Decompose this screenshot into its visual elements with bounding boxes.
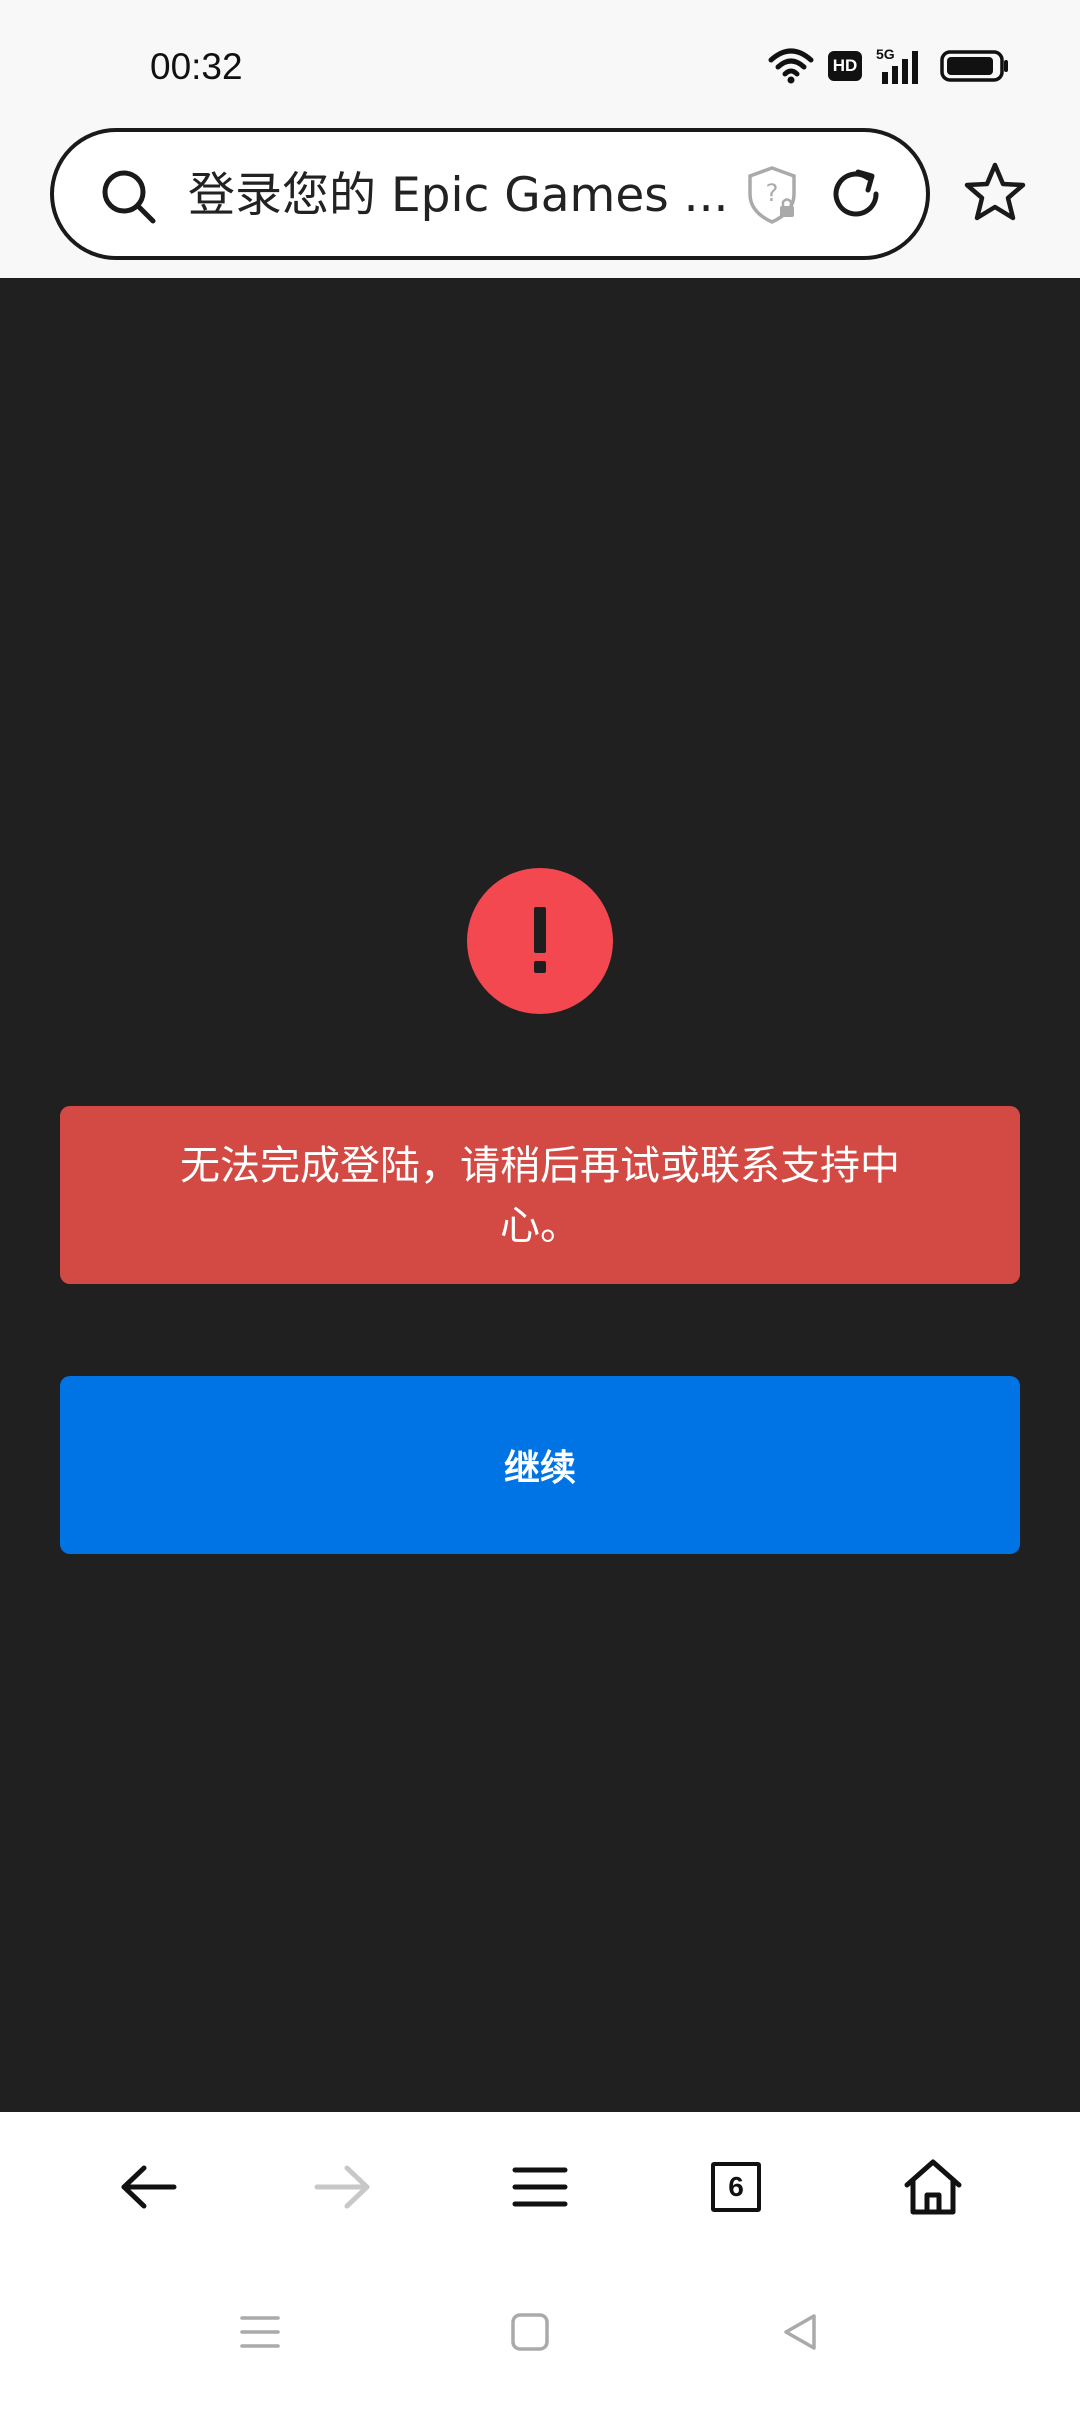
home-button[interactable]: [898, 2152, 968, 2222]
reload-icon[interactable]: [824, 162, 888, 226]
address-bar[interactable]: 登录您的 Epic Games ... ?: [50, 128, 930, 260]
forward-button[interactable]: [308, 2152, 378, 2222]
page-title[interactable]: 登录您的 Epic Games ...: [188, 166, 748, 226]
signal-5g-icon: 5G: [876, 46, 918, 84]
home-icon: [904, 2159, 962, 2215]
tabs-icon: 6: [711, 2162, 761, 2212]
svg-text:?: ?: [766, 179, 779, 207]
menu-icon: [512, 2167, 568, 2207]
status-time: 00:32: [150, 46, 243, 87]
recents-button[interactable]: [230, 2302, 290, 2362]
menu-button[interactable]: [505, 2152, 575, 2222]
star-icon[interactable]: [962, 160, 1028, 226]
browser-toolbar: 6: [0, 2112, 1080, 2262]
system-back-button[interactable]: [770, 2302, 830, 2362]
system-nav-bar: [0, 2262, 1080, 2412]
tabs-button[interactable]: 6: [701, 2152, 771, 2222]
battery-icon: [940, 50, 1008, 82]
network-type-label: 5G: [876, 46, 895, 62]
continue-button[interactable]: 继续: [60, 1376, 1020, 1554]
alert-icon: [467, 868, 613, 1014]
system-home-button[interactable]: [500, 2302, 560, 2362]
status-icons: HD 5G: [768, 44, 1010, 88]
status-bar: 00:32 HD 5G: [0, 0, 1080, 130]
recents-icon: [240, 2316, 280, 2348]
hd-badge: HD: [828, 51, 862, 81]
search-icon: [102, 170, 156, 224]
error-message: 无法完成登陆，请稍后再试或联系支持中心。: [60, 1106, 1020, 1284]
home-square-icon: [511, 2313, 549, 2351]
shield-lock-icon[interactable]: ?: [742, 164, 802, 226]
back-button[interactable]: [113, 2152, 183, 2222]
web-content: 无法完成登陆，请稍后再试或联系支持中心。 继续: [0, 278, 1080, 2112]
back-arrow-icon: [121, 2165, 177, 2209]
wifi-icon: [768, 48, 814, 84]
forward-arrow-icon: [314, 2165, 370, 2209]
exclamation-icon: [534, 907, 546, 973]
back-triangle-icon: [784, 2314, 816, 2350]
